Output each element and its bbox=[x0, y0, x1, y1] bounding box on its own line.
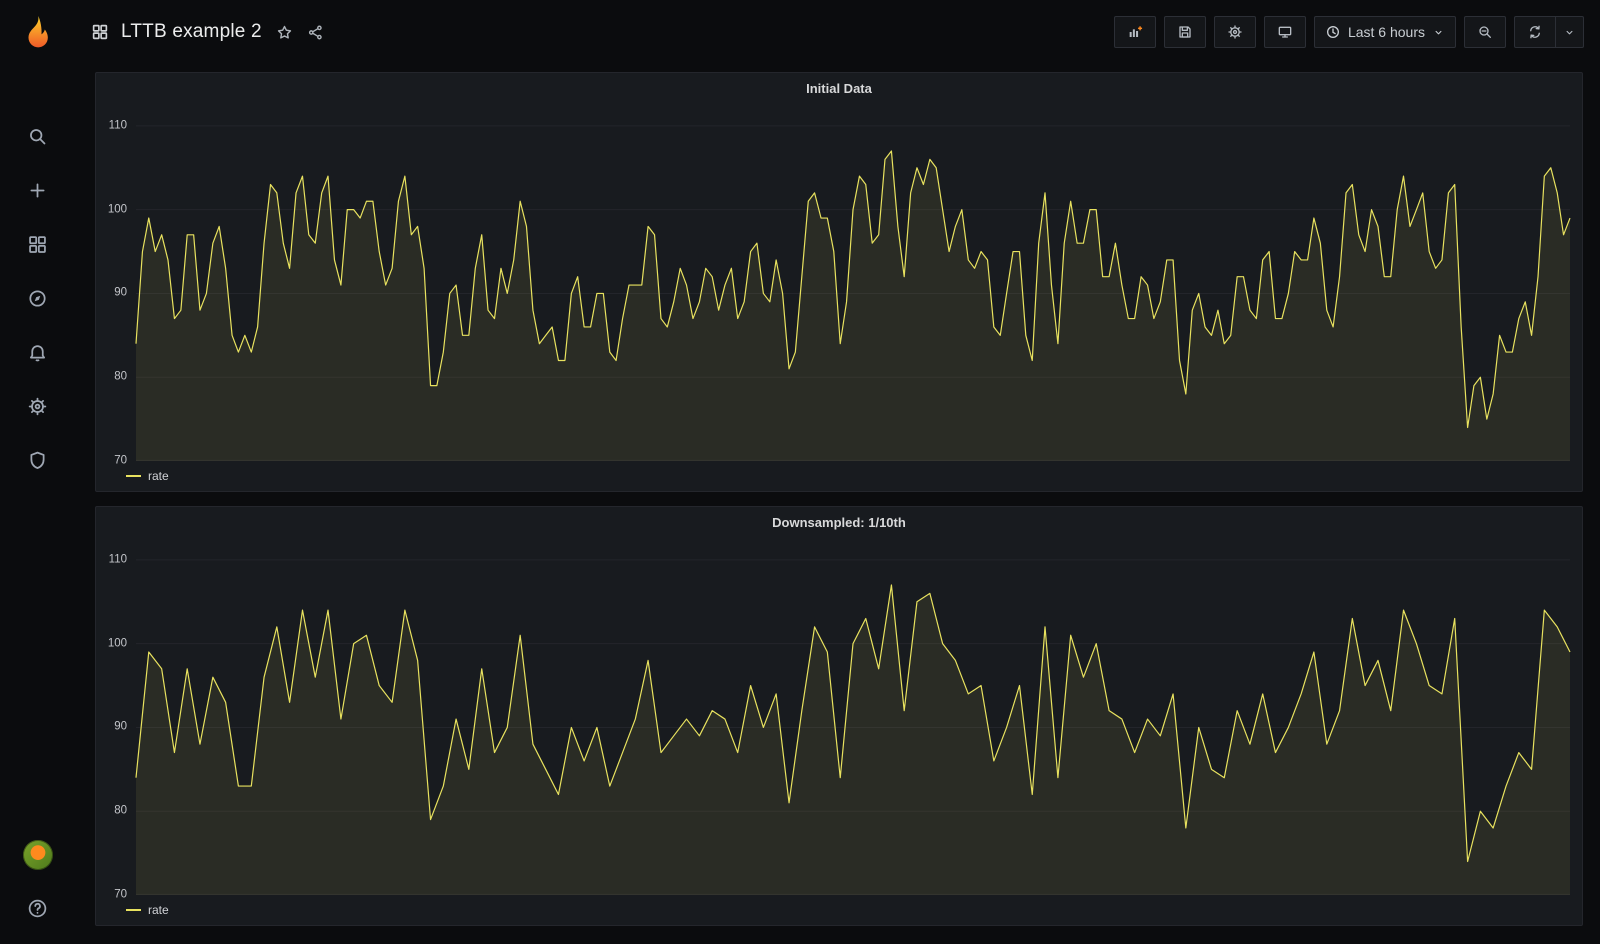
share-icon bbox=[307, 24, 324, 41]
search-icon bbox=[27, 126, 48, 147]
dashboard-topbar: LTTB example 2 bbox=[75, 0, 1600, 64]
panel-title[interactable]: Downsampled: 1/10th bbox=[96, 507, 1582, 537]
help-question-icon bbox=[27, 898, 48, 919]
zoom-out-icon bbox=[1477, 24, 1493, 40]
y-axis-labels: 708090100110 bbox=[102, 107, 136, 461]
shield-icon bbox=[27, 450, 48, 471]
apps-grid-icon bbox=[91, 23, 109, 41]
chevron-down-icon bbox=[1563, 26, 1576, 39]
timeseries-plot[interactable] bbox=[136, 541, 1570, 895]
panel-initial-data: Initial Data 708090100110 rate bbox=[95, 72, 1583, 492]
time-range-label: Last 6 hours bbox=[1348, 24, 1425, 40]
timeseries-chart-svg bbox=[136, 107, 1570, 461]
legend-swatch bbox=[126, 909, 141, 911]
timeseries-chart-svg bbox=[136, 541, 1570, 895]
plus-icon bbox=[27, 180, 48, 201]
clock-icon bbox=[1325, 24, 1341, 40]
cycle-view-mode-button[interactable] bbox=[1264, 16, 1306, 48]
gear-icon bbox=[27, 396, 48, 417]
tv-monitor-icon bbox=[1277, 24, 1293, 40]
grafana-flame-icon bbox=[18, 13, 58, 53]
sidebar-item-configuration[interactable] bbox=[16, 384, 60, 428]
legend-label: rate bbox=[148, 469, 169, 483]
sidebar-item-search[interactable] bbox=[16, 114, 60, 158]
star-icon bbox=[276, 24, 293, 41]
dashboard-title: LTTB example 2 bbox=[121, 21, 262, 43]
save-icon bbox=[1177, 24, 1193, 40]
zoom-out-time-button[interactable] bbox=[1464, 16, 1506, 48]
sidebar-item-alerting[interactable] bbox=[16, 330, 60, 374]
main-area: LTTB example 2 bbox=[75, 0, 1600, 944]
timeseries-plot[interactable] bbox=[136, 107, 1570, 461]
save-dashboard-button[interactable] bbox=[1164, 16, 1206, 48]
share-dashboard-button[interactable] bbox=[307, 24, 324, 41]
legend-item-rate[interactable]: rate bbox=[96, 461, 1582, 491]
legend-swatch bbox=[126, 475, 141, 477]
y-axis-labels: 708090100110 bbox=[102, 541, 136, 895]
sidebar-item-server-admin[interactable] bbox=[16, 438, 60, 482]
add-panel-button[interactable] bbox=[1114, 16, 1156, 48]
star-dashboard-button[interactable] bbox=[276, 24, 293, 41]
refresh-dashboard-button[interactable] bbox=[1514, 16, 1556, 48]
refresh-interval-dropdown[interactable] bbox=[1556, 16, 1584, 48]
refresh-button-group bbox=[1514, 16, 1584, 48]
dashboard-grid: Initial Data 708090100110 rate Downsampl… bbox=[75, 64, 1600, 944]
legend-item-rate[interactable]: rate bbox=[96, 895, 1582, 925]
time-range-picker[interactable]: Last 6 hours bbox=[1314, 16, 1456, 48]
grafana-logo[interactable] bbox=[15, 10, 61, 56]
dashboards-grid-icon bbox=[27, 234, 48, 255]
sidebar-item-create[interactable] bbox=[16, 168, 60, 212]
compass-icon bbox=[27, 288, 48, 309]
topbar-right: Last 6 hours bbox=[1114, 16, 1584, 48]
topbar-left: LTTB example 2 bbox=[91, 21, 324, 43]
chart-area: 708090100110 bbox=[96, 103, 1582, 461]
sidebar bbox=[0, 0, 75, 944]
legend-label: rate bbox=[148, 903, 169, 917]
dashboard-settings-button[interactable] bbox=[1214, 16, 1256, 48]
sidebar-item-dashboards[interactable] bbox=[16, 222, 60, 266]
sidebar-bottom bbox=[16, 840, 60, 930]
chevron-down-icon bbox=[1432, 26, 1445, 39]
user-avatar[interactable] bbox=[23, 840, 53, 870]
chart-area: 708090100110 bbox=[96, 537, 1582, 895]
panel-downsampled: Downsampled: 1/10th 708090100110 rate bbox=[95, 506, 1583, 926]
bell-icon bbox=[27, 342, 48, 363]
sidebar-item-explore[interactable] bbox=[16, 276, 60, 320]
panel-title[interactable]: Initial Data bbox=[96, 73, 1582, 103]
sidebar-item-help[interactable] bbox=[16, 886, 60, 930]
refresh-icon bbox=[1527, 24, 1543, 40]
settings-gear-icon bbox=[1227, 24, 1243, 40]
add-panel-icon bbox=[1127, 24, 1143, 40]
